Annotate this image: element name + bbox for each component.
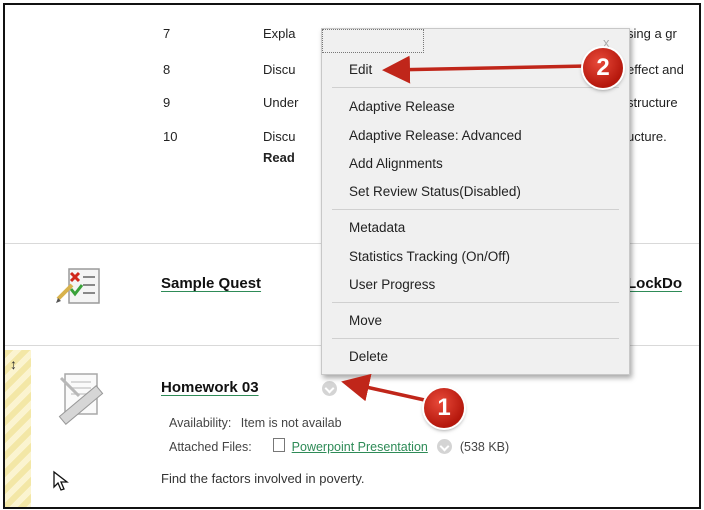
menu-item-statistics-tracking[interactable]: Statistics Tracking (On/Off) [349,249,510,264]
menu-divider [332,302,619,303]
menu-item-move[interactable]: Move [349,313,382,328]
outline-number: 10 [163,129,178,144]
drag-handle-icon[interactable]: ↕ [10,356,17,372]
attachment-link[interactable]: Powerpoint Presentation [292,440,428,454]
menu-item-delete[interactable]: Delete [349,349,388,364]
menu-divider [332,209,619,210]
menu-divider [332,87,619,88]
outline-text: Discu [263,62,296,77]
quiz-checklist-icon [55,263,105,312]
availability-row: Availability: Item is not availab [169,416,342,430]
outline-text: Under [263,95,299,110]
outline-number: 7 [163,26,171,41]
outline-text-tail: ucture. [627,129,667,144]
step-1-callout: 1 [424,388,464,428]
homework-title[interactable]: Homework 03 [161,379,259,396]
menu-item-add-alignments[interactable]: Add Alignments [349,156,443,171]
menu-focus-outline [322,29,424,53]
sample-item-title-tail[interactable]: LockDo [627,275,682,292]
mouse-pointer-icon [52,470,70,497]
sample-item-title[interactable]: Sample Quest [161,275,261,292]
menu-item-user-progress[interactable]: User Progress [349,277,435,292]
menu-item-metadata[interactable]: Metadata [349,220,405,235]
outline-text: Expla [263,26,296,41]
step-2-callout: 2 [583,48,623,88]
outline-text-tail: structure [627,95,678,110]
menu-item-adaptive-release[interactable]: Adaptive Release [349,99,455,114]
homework-menu-chevron-icon[interactable] [322,381,337,396]
availability-label: Availability: [169,416,232,430]
outline-text: Discu [263,129,296,144]
item-context-menu: x Edit Adaptive Release Adaptive Release… [321,28,630,375]
menu-item-adaptive-release-advanced[interactable]: Adaptive Release: Advanced [349,128,522,143]
attached-files-label: Attached Files: [169,440,252,454]
attachment-menu-chevron-icon[interactable] [437,439,453,454]
outline-text-tail: effect and [627,62,684,77]
menu-divider [332,338,619,339]
menu-item-set-review-status[interactable]: Set Review Status(Disabled) [349,184,521,199]
drag-handle-strip[interactable]: ↕ [5,350,31,507]
assignment-ruler-icon [53,370,109,431]
menu-item-edit[interactable]: Edit [349,62,372,77]
attached-files-row: Attached Files: Powerpoint Presentation … [169,438,509,454]
outline-text-tail: sing a gr [627,26,677,41]
availability-value: Item is not availab [240,416,342,430]
homework-description: Find the factors involved in poverty. [161,471,365,486]
outline-read-label: Read [263,150,295,165]
document-icon [273,438,286,452]
attachment-size: (538 KB) [459,440,510,454]
outline-number: 9 [163,95,171,110]
outline-number: 8 [163,62,171,77]
content-frame: 7 Expla sing a gr 8 Discu effect and 9 U… [3,3,701,509]
